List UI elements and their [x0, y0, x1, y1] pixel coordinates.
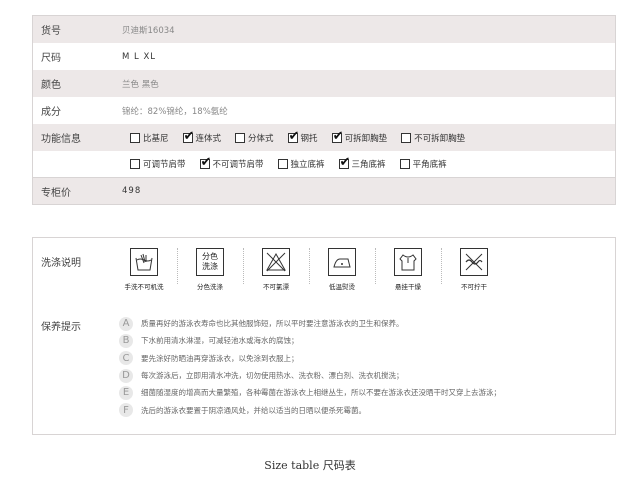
size-table-caption: Size table 尺码表	[264, 459, 356, 472]
checkbox-checked-icon	[182, 129, 194, 144]
checkbox-checked-icon	[338, 155, 350, 170]
spec-row-size: 尺码 M L XL	[33, 43, 615, 70]
checkbox-icon	[401, 132, 412, 143]
no-wring-icon	[460, 248, 488, 276]
care-icon-cell: 手洗不可机洗	[111, 248, 177, 291]
care-icon-cell: 悬挂干燥	[375, 248, 441, 291]
checkbox-icon	[130, 159, 140, 169]
spec-table: 货号 贝迪斯16034 尺码 M L XL 颜色 兰色 黑色 成分 锦纶：82%…	[32, 15, 616, 205]
spec-row-color: 颜色 兰色 黑色	[33, 70, 615, 97]
feature-adjustable-strap: 可调节肩带	[130, 158, 186, 170]
checkbox-checked-icon	[199, 155, 211, 170]
spec-label: 成分	[41, 107, 61, 118]
care-tips-label: 保养提示	[41, 322, 81, 333]
spec-label: 颜色	[41, 80, 61, 91]
list-item: A 质量再好的游泳衣寿命也比其他服饰短，所以平时要注意游泳衣的卫生和保养。	[119, 315, 501, 332]
spec-label: 尺码	[41, 53, 61, 64]
feature-removable-pad: 可拆卸胸垫	[331, 129, 387, 144]
care-icons: 手洗不可机洗 分色 洗涤 分色洗涤 不可氯漂 低温熨烫 悬挂干燥 不可拧干	[111, 248, 507, 291]
list-item: B 下水前用清水淋湿，可减轻池水或海水的腐蚀；	[119, 332, 501, 349]
care-panel: 洗涤说明 手洗不可机洗 分色 洗涤 分色洗涤 不可氯漂 低温熨烫 悬挂干燥 不可…	[32, 237, 616, 435]
separate-wash-icon: 分色 洗涤	[196, 248, 224, 276]
list-item: D 每次游泳后，立即用清水冲洗，切勿使用热水、洗衣粉、漂白剂、洗衣机搅洗；	[119, 367, 501, 384]
spec-row-item-number: 货号 贝迪斯16034	[33, 16, 615, 43]
feature-checks-row2: 可调节肩带 不可调节肩带 独立底裤 三角底裤 平角底裤	[130, 155, 461, 170]
spec-row-price: 专柜价 498	[33, 178, 615, 204]
checkbox-icon	[277, 159, 288, 169]
spec-row-features-2: 可调节肩带 不可调节肩带 独立底裤 三角底裤 平角底裤	[33, 151, 615, 178]
care-icon-cell: 不可拧干	[441, 248, 507, 291]
checkbox-icon	[235, 132, 246, 143]
spec-value: 贝迪斯16034	[122, 25, 175, 36]
spec-row-material: 成分 锦纶：82%锦纶，18%氨纶	[33, 97, 615, 124]
list-item: C 要先涂好防晒油再穿游泳衣，以免涂到衣服上；	[119, 350, 501, 367]
spec-label: 专柜价	[41, 187, 71, 199]
list-item: F 洗后的游泳衣要置于阴凉通风处，并给以适当的日晒以便杀死霉菌。	[119, 401, 501, 418]
checkbox-icon	[399, 159, 410, 169]
feature-one-piece: 连体式	[182, 129, 221, 144]
care-icon-cell: 不可氯漂	[243, 248, 309, 291]
spec-value: 锦纶：82%锦纶，18%氨纶	[122, 106, 228, 117]
hand-wash-icon	[130, 248, 158, 276]
low-iron-icon	[328, 248, 356, 276]
feature-fixed-pad: 不可拆卸胸垫	[401, 132, 465, 144]
hang-dry-icon	[394, 248, 422, 276]
checkbox-checked-icon	[287, 129, 299, 144]
feature-checks-row1: 比基尼 连体式 分体式 钢托 可拆卸胸垫 不可拆卸胸垫	[130, 129, 479, 144]
price-value: 498	[122, 186, 142, 196]
no-bleach-icon	[262, 248, 290, 276]
feature-fixed-strap: 不可调节肩带	[199, 155, 264, 170]
checkbox-checked-icon	[331, 129, 343, 144]
care-icon-cell: 分色 洗涤 分色洗涤	[177, 248, 243, 291]
care-icon-cell: 低温熨烫	[309, 248, 375, 291]
spec-value: M L XL	[122, 51, 157, 62]
wash-instructions-label: 洗涤说明	[41, 258, 81, 269]
feature-boyshort-bottom: 平角底裤	[399, 158, 447, 170]
spec-label: 功能信息	[41, 134, 81, 145]
feature-underwire: 钢托	[287, 129, 318, 144]
spec-value: 兰色 黑色	[122, 79, 159, 90]
feature-separate-bottom: 独立底裤	[277, 158, 325, 170]
spec-row-features: 功能信息 比基尼 连体式 分体式 钢托 可拆卸胸垫 不可拆卸胸垫	[33, 124, 615, 151]
list-item: E 细菌随湿度的增高而大量繁殖，各种霉菌在游泳衣上相继丛生，所以不要在游泳衣还没晒…	[119, 384, 501, 401]
checkbox-icon	[130, 132, 140, 143]
spec-label: 货号	[41, 26, 61, 37]
feature-two-piece: 分体式	[235, 132, 274, 144]
care-tips-list: A 质量再好的游泳衣寿命也比其他服饰短，所以平时要注意游泳衣的卫生和保养。 B 下水…	[119, 315, 501, 419]
feature-bikini: 比基尼	[130, 132, 169, 144]
feature-triangle-bottom: 三角底裤	[338, 155, 386, 170]
